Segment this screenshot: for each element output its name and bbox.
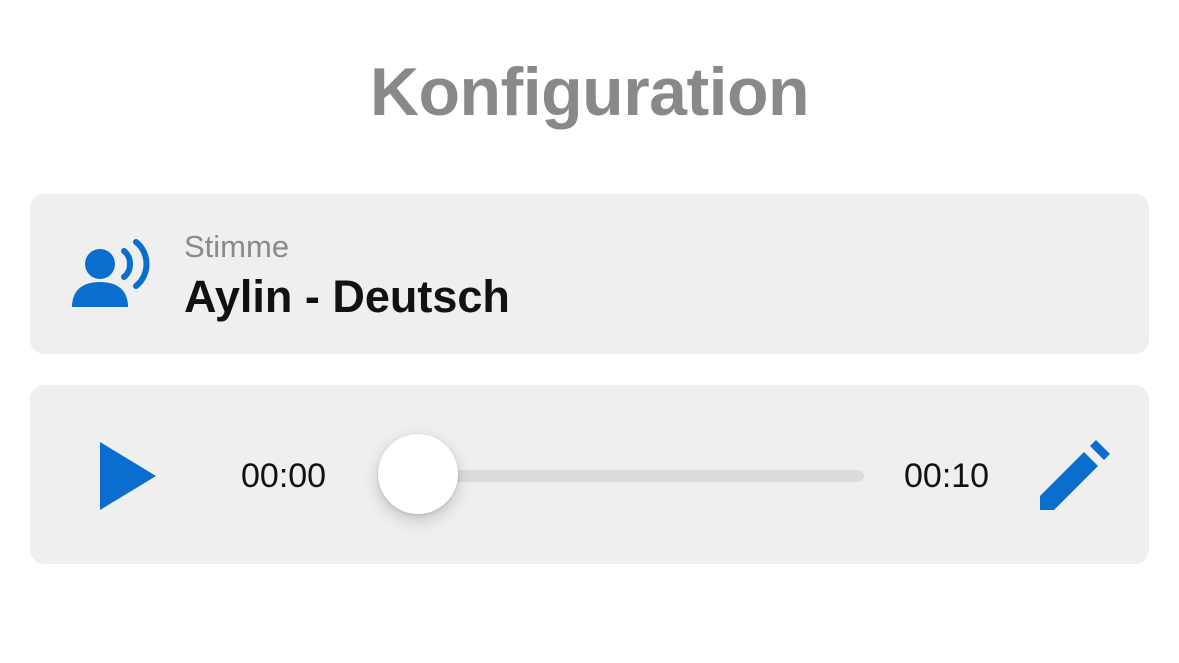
voice-icon-head	[85, 249, 115, 279]
pencil-icon[interactable]	[1036, 438, 1112, 514]
page-title: Konfiguration	[369, 54, 810, 130]
slider-thumb[interactable]	[378, 434, 458, 514]
voice-selected-value: Aylin - Deutsch	[184, 271, 510, 322]
play-icon[interactable]	[92, 436, 162, 516]
voice-caption-label: Stimme	[184, 229, 290, 264]
slider-track	[410, 470, 864, 482]
voice-icon-body	[72, 282, 128, 307]
current-time-label: 00:00	[241, 457, 327, 495]
voice-speaker-icon	[72, 239, 150, 307]
pencil-icon-body	[1040, 452, 1098, 510]
total-time-label: 00:10	[904, 457, 990, 495]
playback-slider[interactable]	[378, 430, 866, 520]
pencil-icon-cap	[1090, 440, 1110, 460]
voice-icon-wave-outer	[133, 239, 150, 289]
voice-icon-wave-inner	[121, 248, 133, 280]
